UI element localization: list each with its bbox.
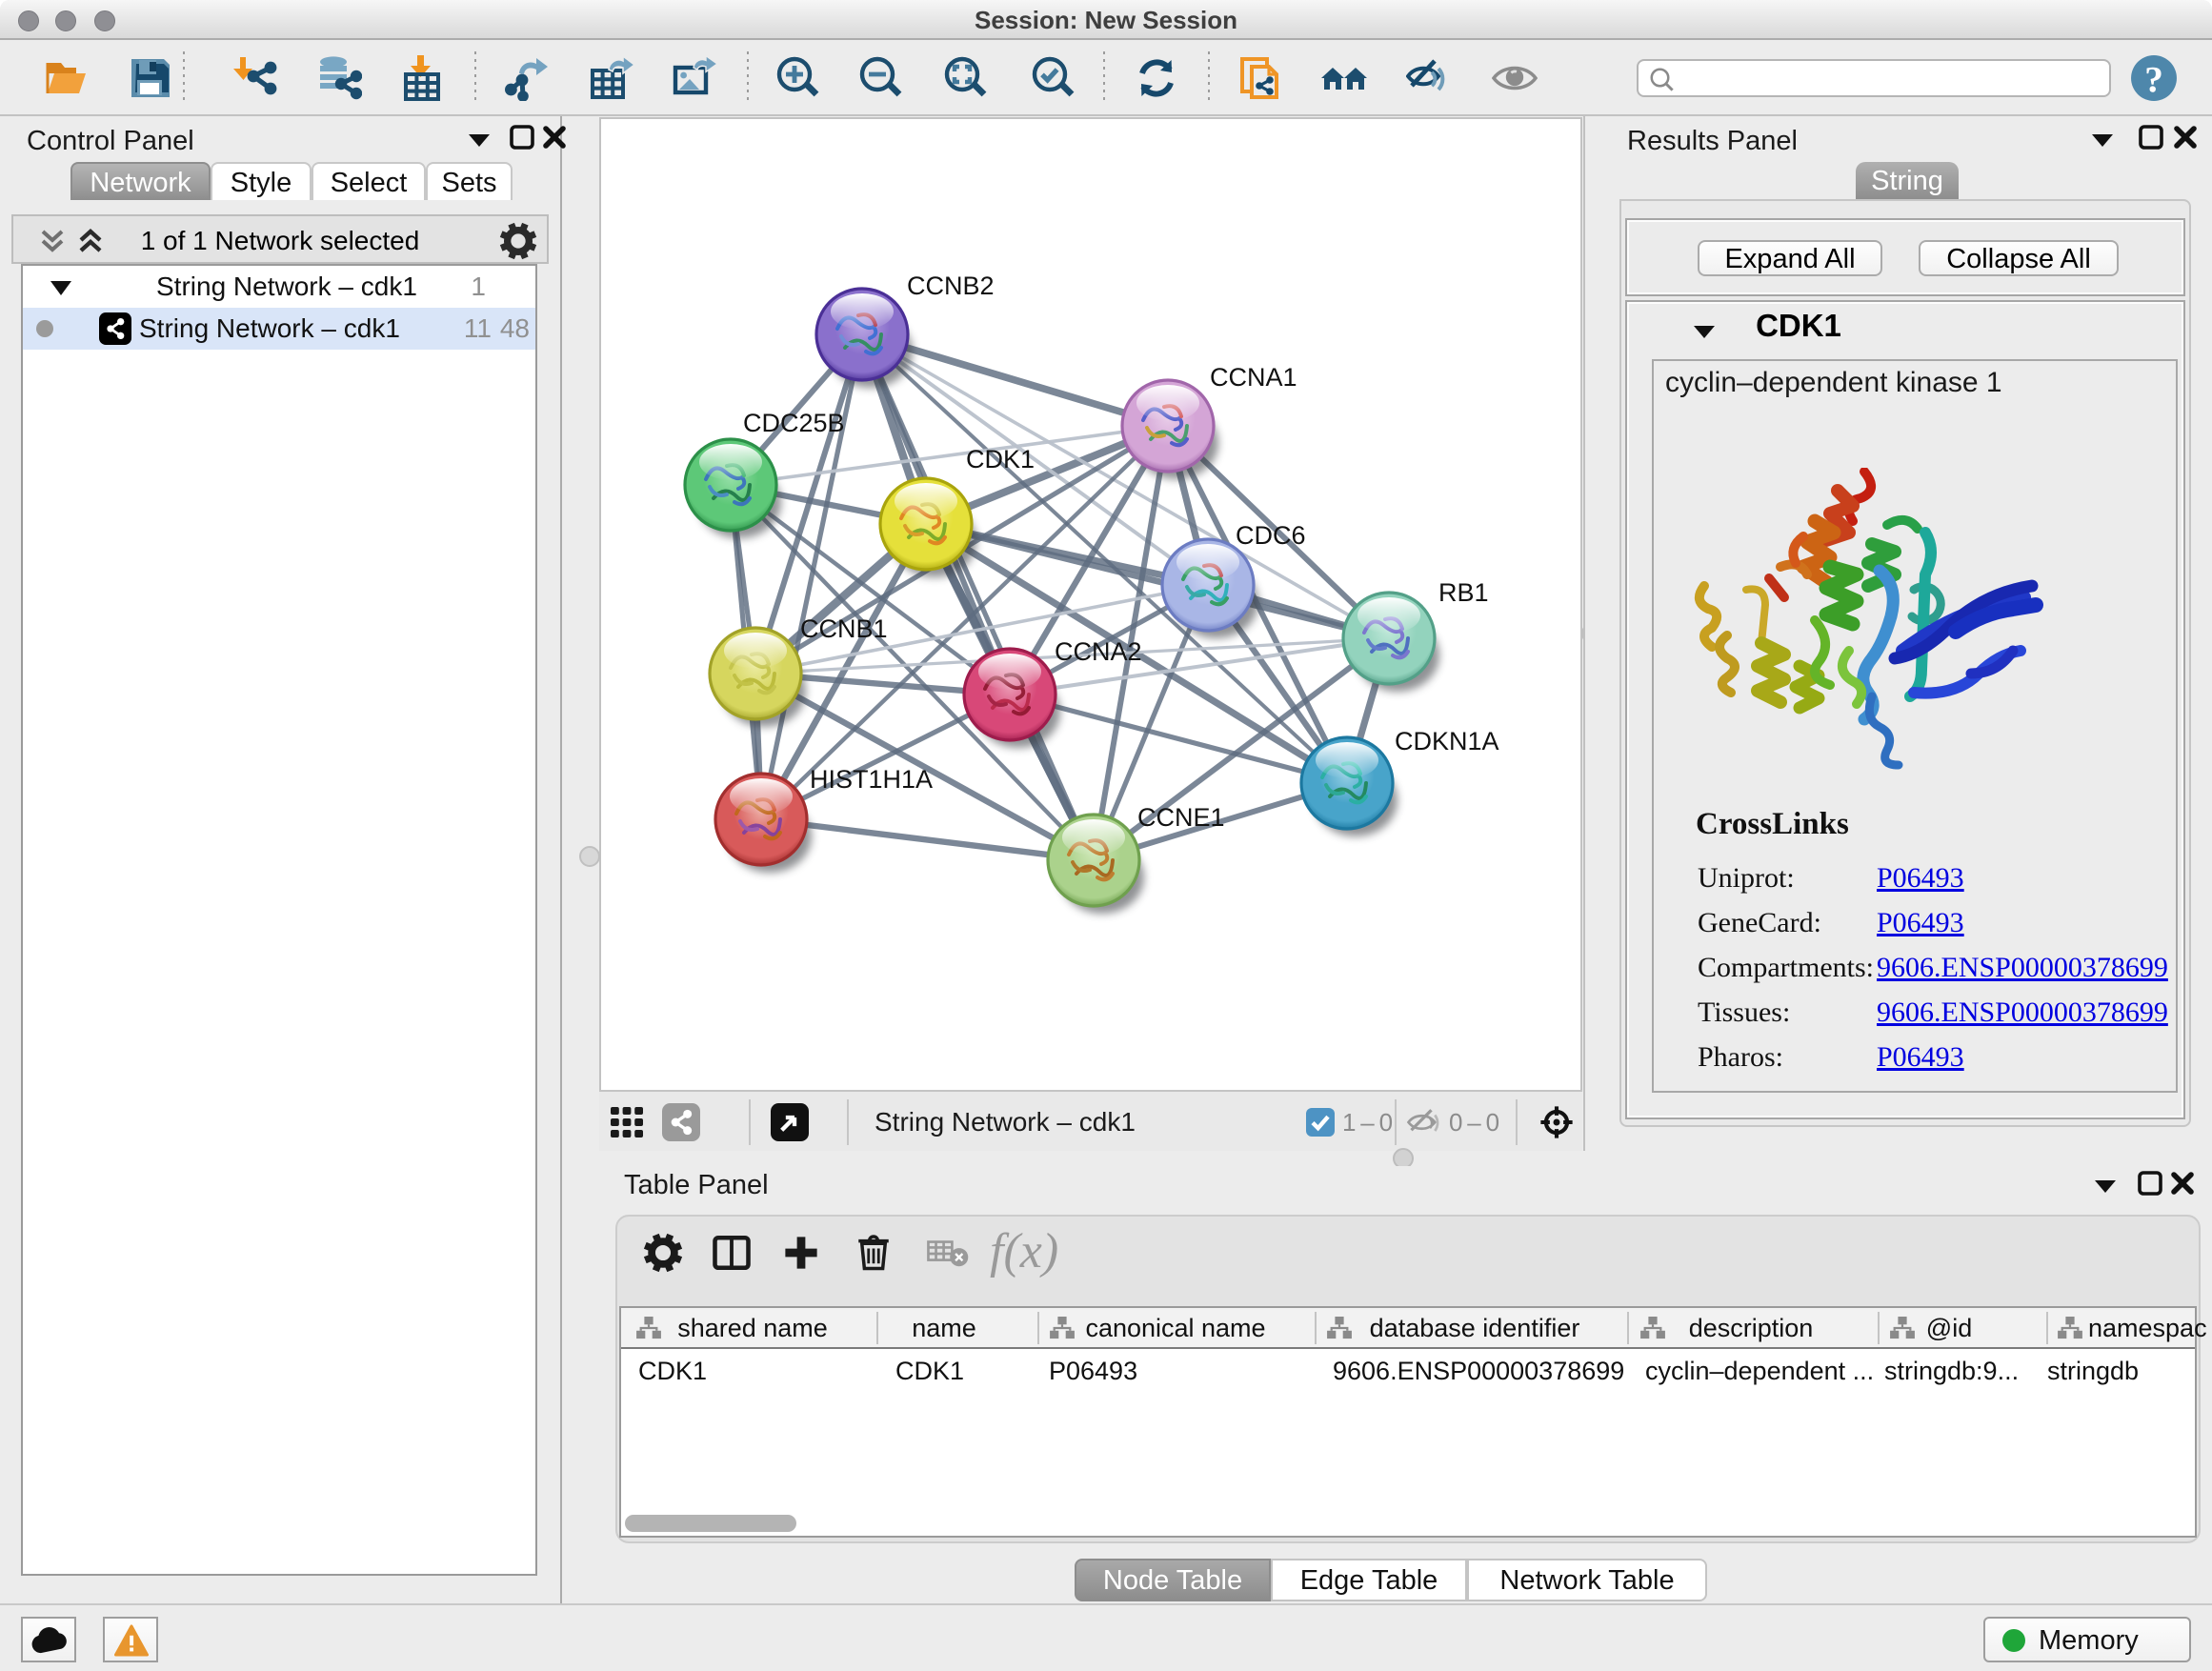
svg-text:CDKN1A: CDKN1A <box>1395 727 1499 755</box>
svg-text:?: ? <box>2144 59 2163 101</box>
svg-text:CDK1: CDK1 <box>966 445 1035 473</box>
svg-text:CDC6: CDC6 <box>1236 521 1306 550</box>
svg-text:CCNB1: CCNB1 <box>800 614 888 643</box>
svg-text:CCNE1: CCNE1 <box>1137 803 1225 832</box>
svg-text:HIST1H1A: HIST1H1A <box>810 765 933 794</box>
svg-text:CCNA2: CCNA2 <box>1055 637 1142 666</box>
svg-text:CDC25B: CDC25B <box>743 409 845 437</box>
svg-text:RB1: RB1 <box>1438 578 1489 607</box>
svg-text:CCNA1: CCNA1 <box>1210 363 1297 392</box>
svg-text:CCNB2: CCNB2 <box>907 272 995 300</box>
